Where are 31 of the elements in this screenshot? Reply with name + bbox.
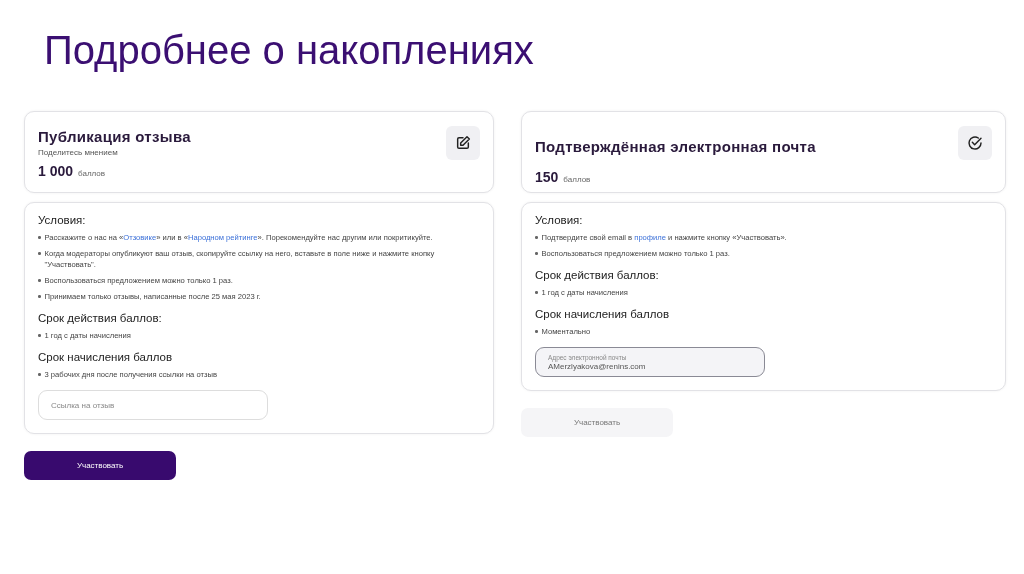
section-heading: Срок действия баллов: [535, 269, 660, 281]
section-heading: Срок действия баллов: [38, 312, 163, 324]
bullet-icon [535, 236, 538, 239]
bullet-icon [38, 279, 41, 282]
section-heading: Срок начисления баллов [38, 351, 174, 363]
points-value: 150 [535, 169, 559, 185]
bullet-icon [535, 252, 538, 255]
points-value: 1 000 [38, 163, 74, 179]
points-unit: баллов [563, 175, 591, 184]
offer-icon-button[interactable] [446, 126, 480, 160]
participate-button[interactable]: Участвовать [24, 451, 176, 480]
offer-subtitle: Поделитесь мнением [38, 148, 119, 157]
bullet-icon [38, 252, 41, 255]
offer-icon-button[interactable] [958, 126, 992, 160]
input-value[interactable]: AMerzlyakova@renins.com [548, 361, 752, 371]
bullet-icon [535, 291, 538, 294]
bullet-icon [38, 295, 41, 298]
bullet-icon [38, 373, 41, 376]
section-heading: Срок начисления баллов [535, 308, 671, 320]
bullet-icon [38, 334, 41, 337]
offer-title: Подтверждённая электронная почта [535, 138, 816, 155]
bullet-icon [535, 330, 538, 333]
section-heading: Условия: [535, 214, 584, 226]
offer-title: Публикация отзыва [38, 128, 191, 145]
points-unit: баллов [78, 169, 106, 178]
page-title: Подробнее о накоплениях [44, 28, 535, 73]
section-heading: Условия: [38, 214, 87, 226]
input-field[interactable]: Ссылка на отзыв [38, 390, 268, 420]
check-circle-icon [967, 135, 983, 151]
edit-icon [455, 135, 471, 151]
bullet-icon [38, 236, 41, 239]
